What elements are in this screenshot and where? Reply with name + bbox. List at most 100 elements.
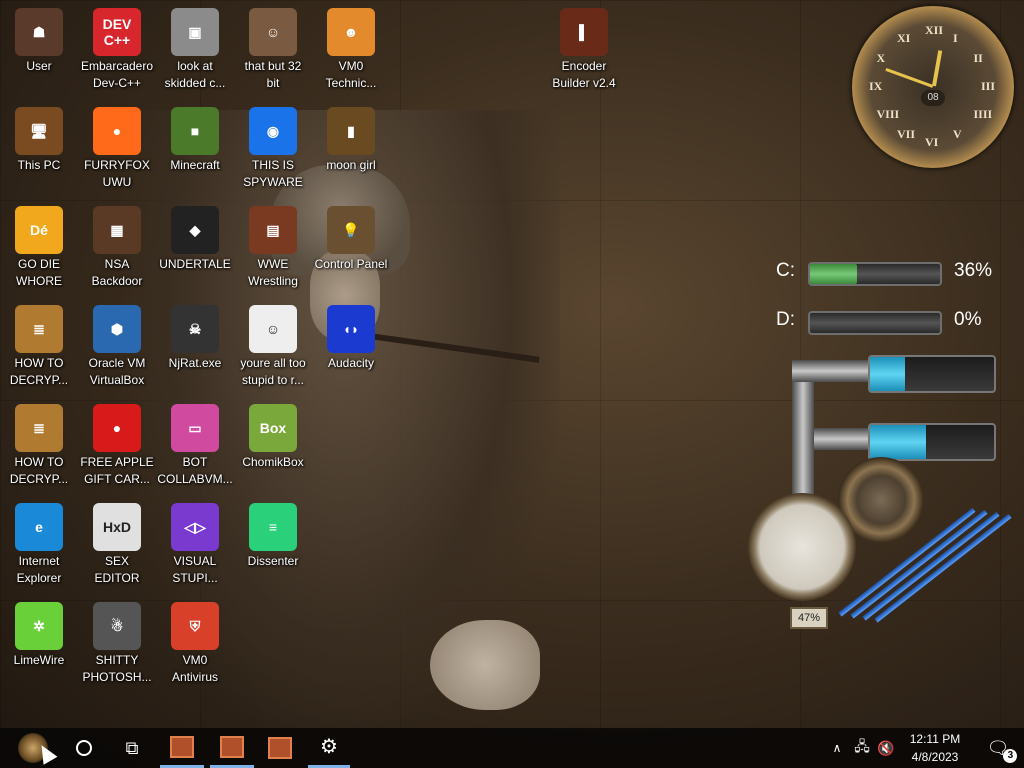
desktop-icon[interactable]: Dé GO DIE WHORE: [0, 206, 78, 290]
task-view-icon: ⧉: [125, 737, 139, 758]
drive-c-fill: [810, 264, 857, 284]
clock-numeral: IX: [869, 79, 883, 93]
clock-numeral: XI: [897, 30, 911, 45]
desktop-icon[interactable]: ● FREE APPLE GIFT CAR...: [78, 404, 156, 488]
app-window-icon: [268, 737, 292, 759]
desktop-icon[interactable]: ☺ that but 32 bit: [234, 8, 312, 92]
desktop-icon[interactable]: ▣ look at skidded c...: [156, 8, 234, 92]
desktop-icon[interactable]: ◖◗ Audacity: [312, 305, 390, 372]
taskbar-date: 4/8/2023: [911, 750, 959, 764]
desktop-icon[interactable]: ▤ WWE Wrestling: [234, 206, 312, 290]
clock-numeral: XII: [925, 23, 944, 37]
app-icon: ▭: [171, 404, 219, 452]
task-view-button[interactable]: ⧉: [112, 728, 152, 768]
taskbar-app-1[interactable]: [160, 728, 204, 768]
desktop-icon[interactable]: 💡 Control Panel: [312, 206, 390, 273]
drive-c-gauge[interactable]: C: 36%: [742, 258, 1002, 286]
desktop-icon[interactable]: ☺ youre all too stupid to r...: [234, 305, 312, 389]
desktop-icon-label: GO DIE WHORE: [16, 257, 62, 288]
app-icon: ☻: [327, 8, 375, 56]
desktop-icon-label: VM0 Antivirus: [171, 653, 218, 684]
desktop-icon-label: look at skidded c...: [164, 59, 226, 90]
app-icon: ⛨: [171, 602, 219, 650]
clock-numeral: VI: [925, 135, 939, 149]
desktop-icon-label: This PC: [17, 158, 61, 172]
desktop-icon-label: Encoder Builder v2.4: [552, 59, 616, 90]
desktop-icon-label: VM0 Technic...: [325, 59, 377, 90]
taskbar-app-3[interactable]: [258, 728, 302, 768]
drive-c-track: [808, 262, 942, 286]
desktop-icon[interactable]: Box ChomikBox: [234, 404, 312, 471]
app-icon: ◁▷: [171, 503, 219, 551]
desktop-icon-label: LimeWire: [13, 653, 65, 667]
app-icon: ◖◗: [327, 305, 375, 353]
clock-numeral: VII: [897, 127, 916, 142]
desktop-icon[interactable]: e Internet Explorer: [0, 503, 78, 587]
desktop-icon[interactable]: ☗ User: [0, 8, 78, 75]
drive-c-label: C:: [776, 260, 795, 281]
desktop-icon[interactable]: HxD SEX EDITOR: [78, 503, 156, 587]
desktop-icon-label: Internet Explorer: [16, 554, 62, 585]
desktop-icon[interactable]: ✲ LimeWire: [0, 602, 78, 669]
app-window-icon: [220, 735, 244, 758]
notification-center-button[interactable]: 🗨 3: [978, 728, 1018, 768]
chevron-up-icon: ∧: [832, 741, 842, 755]
desktop-icon[interactable]: ● FURRYFOX UWU: [78, 107, 156, 191]
desktop-icon[interactable]: ▭ BOT COLLABVM...: [156, 404, 234, 488]
desktop-icon[interactable]: ◁▷ VISUAL STUPI...: [156, 503, 234, 587]
app-icon: ◉: [249, 107, 297, 155]
minute-hand: [885, 67, 934, 88]
desktop-icon[interactable]: ☻ VM0 Technic...: [312, 8, 390, 92]
desktop-icon[interactable]: ■ Minecraft: [156, 107, 234, 174]
app-icon: ≡: [249, 503, 297, 551]
app-icon: ⬢: [93, 305, 141, 353]
gauge-readout: 47%: [790, 607, 828, 629]
desktop-icon[interactable]: ◉ THIS IS SPYWARE: [234, 107, 312, 191]
desktop-icon[interactable]: ≣ HOW TO DECRYP...: [0, 404, 78, 488]
taskbar-settings[interactable]: ⚙: [308, 728, 350, 768]
clock-numeral: VIII: [876, 107, 900, 121]
desktop-icon[interactable]: ☠ NjRat.exe: [156, 305, 234, 372]
desktop-icon-label: HOW TO DECRYP...: [9, 356, 69, 387]
desktop-icon[interactable]: ⬢ Oracle VM VirtualBox: [78, 305, 156, 389]
app-icon: ▮: [327, 107, 375, 155]
app-icon: HxD: [93, 503, 141, 551]
network-icon: 🖧: [854, 738, 870, 754]
app-icon: ☃: [93, 602, 141, 650]
tube-2-liquid: [870, 425, 926, 459]
drive-d-gauge[interactable]: D: 0%: [742, 307, 1002, 335]
desktop-icon-label: BOT COLLABVM...: [157, 455, 233, 486]
app-icon: 💡: [327, 206, 375, 254]
clock-numeral: X: [876, 51, 886, 65]
desktop-icon[interactable]: 🖥 This PC: [0, 107, 78, 174]
desktop-icon[interactable]: ▮ moon girl: [312, 107, 390, 174]
network-button[interactable]: 🖧: [850, 728, 874, 768]
notification-icon: 🗨 3: [987, 738, 1018, 763]
desktop-icon-label: that but 32 bit: [244, 59, 302, 90]
app-icon: ☺: [249, 8, 297, 56]
clock-widget[interactable]: XII I II III IIII V VI VII VIII IX X XI 08: [852, 6, 1014, 168]
volume-button[interactable]: 🔇: [874, 728, 898, 768]
desktop-icon[interactable]: ▦ NSA Backdoor: [78, 206, 156, 290]
app-icon: ☠: [171, 305, 219, 353]
desktop-icon[interactable]: ≡ Dissenter: [234, 503, 312, 570]
desktop-icon[interactable]: ⛨ VM0 Antivirus: [156, 602, 234, 686]
search-button[interactable]: [64, 728, 104, 768]
notification-count: 3: [1003, 748, 1018, 763]
desktop-icon-label: SHITTY PHOTOSH...: [82, 653, 152, 684]
desktop-icon-label: UNDERTALE: [159, 257, 231, 271]
desktop-icon-label: NSA Backdoor: [91, 257, 143, 288]
desktop-icon[interactable]: ≣ HOW TO DECRYP...: [0, 305, 78, 389]
desktop-icon[interactable]: ☃ SHITTY PHOTOSH...: [78, 602, 156, 686]
desktop-icon[interactable]: ◆ UNDERTALE: [156, 206, 234, 273]
app-icon: ☗: [15, 8, 63, 56]
clock-button[interactable]: 12:11 PM 4/8/2023: [900, 728, 970, 768]
app-icon: ■: [171, 107, 219, 155]
app-icon: ▦: [93, 206, 141, 254]
desktop-icon[interactable]: DEV C++ Embarcadero Dev-C++: [78, 8, 156, 92]
desktop-icon[interactable]: ▌ Encoder Builder v2.4: [545, 8, 623, 92]
app-icon: 🖥: [15, 107, 63, 155]
taskbar-app-2[interactable]: [210, 728, 254, 768]
tray-overflow-button[interactable]: ∧: [826, 728, 848, 768]
desktop-icon-label: User: [26, 59, 52, 73]
